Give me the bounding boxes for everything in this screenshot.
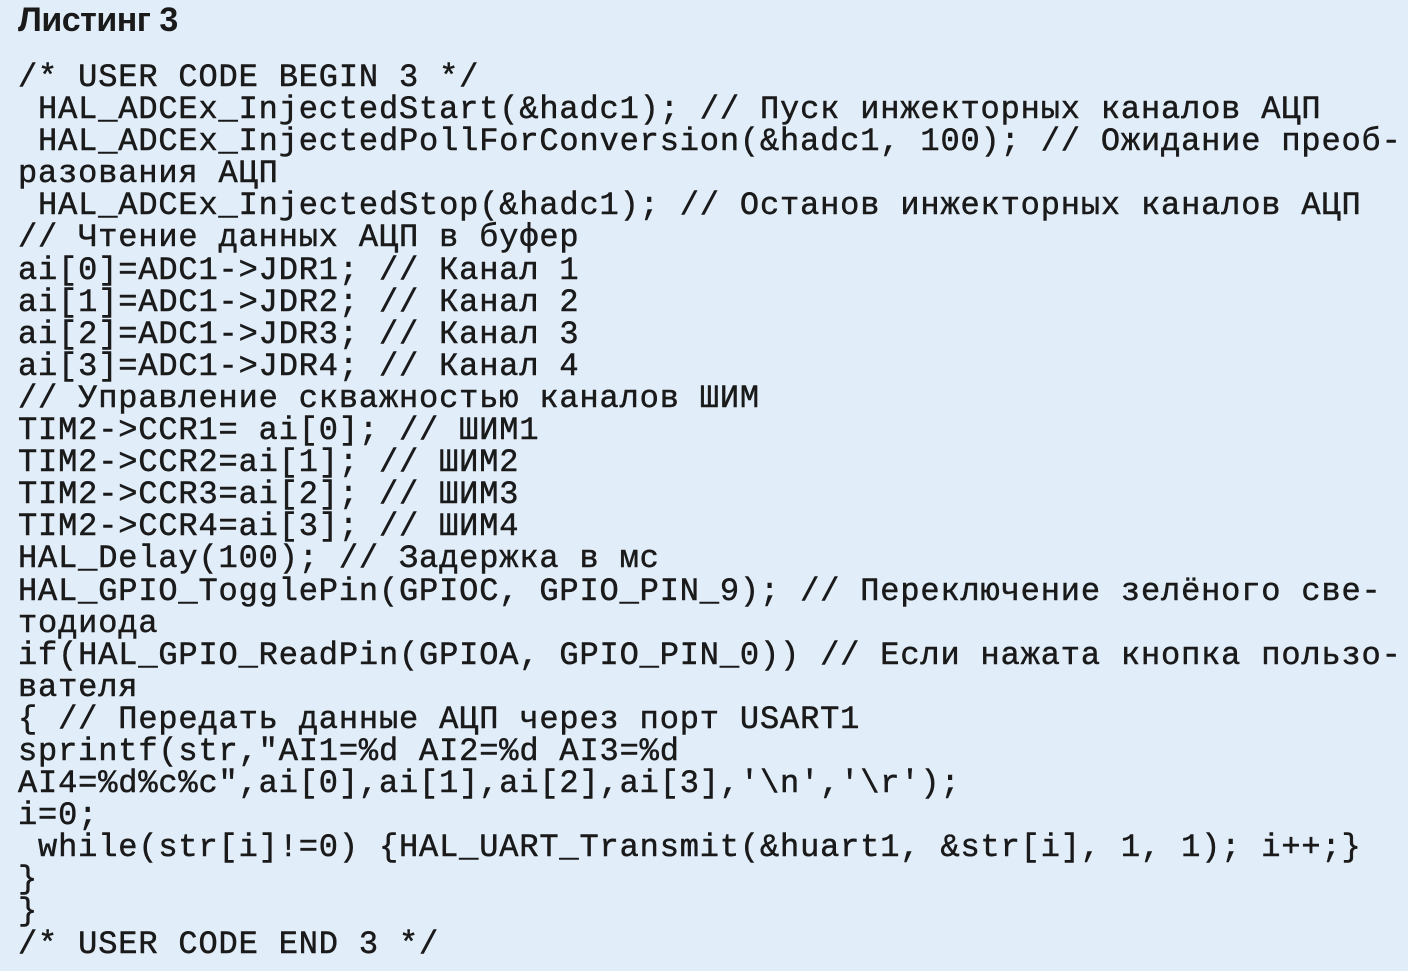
code-line: TIM2->CCR1= ai[0]; // ШИМ1 [18,412,540,450]
code-line: } [18,893,39,931]
code-line: sprintf(str,"AI1=%d AI2=%d AI3=%d [18,732,680,770]
code-line: разования АЦП [18,155,279,193]
code-line: HAL_ADCEx_InjectedStop(&hadc1); // Остан… [18,187,1362,225]
code-line: ai[2]=ADC1->JDR3; // Канал 3 [18,315,580,353]
code-line: TIM2->CCR2=ai[1]; // ШИМ2 [18,444,520,482]
code-line: /* USER CODE BEGIN 3 */ [18,59,480,96]
code-line: AI4=%d%c%c",ai[0],ai[1],ai[2],ai[3],'\n'… [18,765,961,803]
code-line: HAL_ADCEx_InjectedStart(&hadc1); // Пуск… [18,91,1322,129]
code-line: } [18,861,39,899]
code-line: i=0; [18,797,99,835]
code-line: ai[1]=ADC1->JDR2; // Канал 2 [18,283,580,321]
code-listing: /* USER CODE BEGIN 3 */ HAL_ADCEx_Inject… [18,59,1402,963]
code-line: ai[0]=ADC1->JDR1; // Канал 1 [18,251,580,289]
code-line: HAL_Delay(100); // Задержка в мс [18,540,660,578]
code-line: /* USER CODE END 3 */ [18,925,440,963]
code-line: тодиода [18,604,159,642]
code-line: вателя [18,668,139,706]
code-line: while(str[i]!=0) {HAL_UART_Transmit(&hua… [18,829,1362,867]
code-line: TIM2->CCR4=ai[3]; // ШИМ4 [18,508,520,546]
code-line: { // Передать данные АЦП через порт USAR… [18,700,861,738]
code-line: ai[3]=ADC1->JDR4; // Канал 4 [18,347,580,385]
code-line: HAL_GPIO_TogglePin(GPIOC, GPIO_PIN_9); /… [18,572,1382,610]
code-line: if(HAL_GPIO_ReadPin(GPIOA, GPIO_PIN_0)) … [18,636,1402,674]
code-line: HAL_ADCEx_InjectedPollForConversion(&had… [18,123,1402,161]
listing-title: Листинг 3 [18,1,178,39]
code-line: // Чтение данных АЦП в буфер [18,219,580,257]
code-line: // Управление скважностью каналов ШИМ [18,379,760,417]
code-line: TIM2->CCR3=ai[2]; // ШИМ3 [18,476,520,514]
